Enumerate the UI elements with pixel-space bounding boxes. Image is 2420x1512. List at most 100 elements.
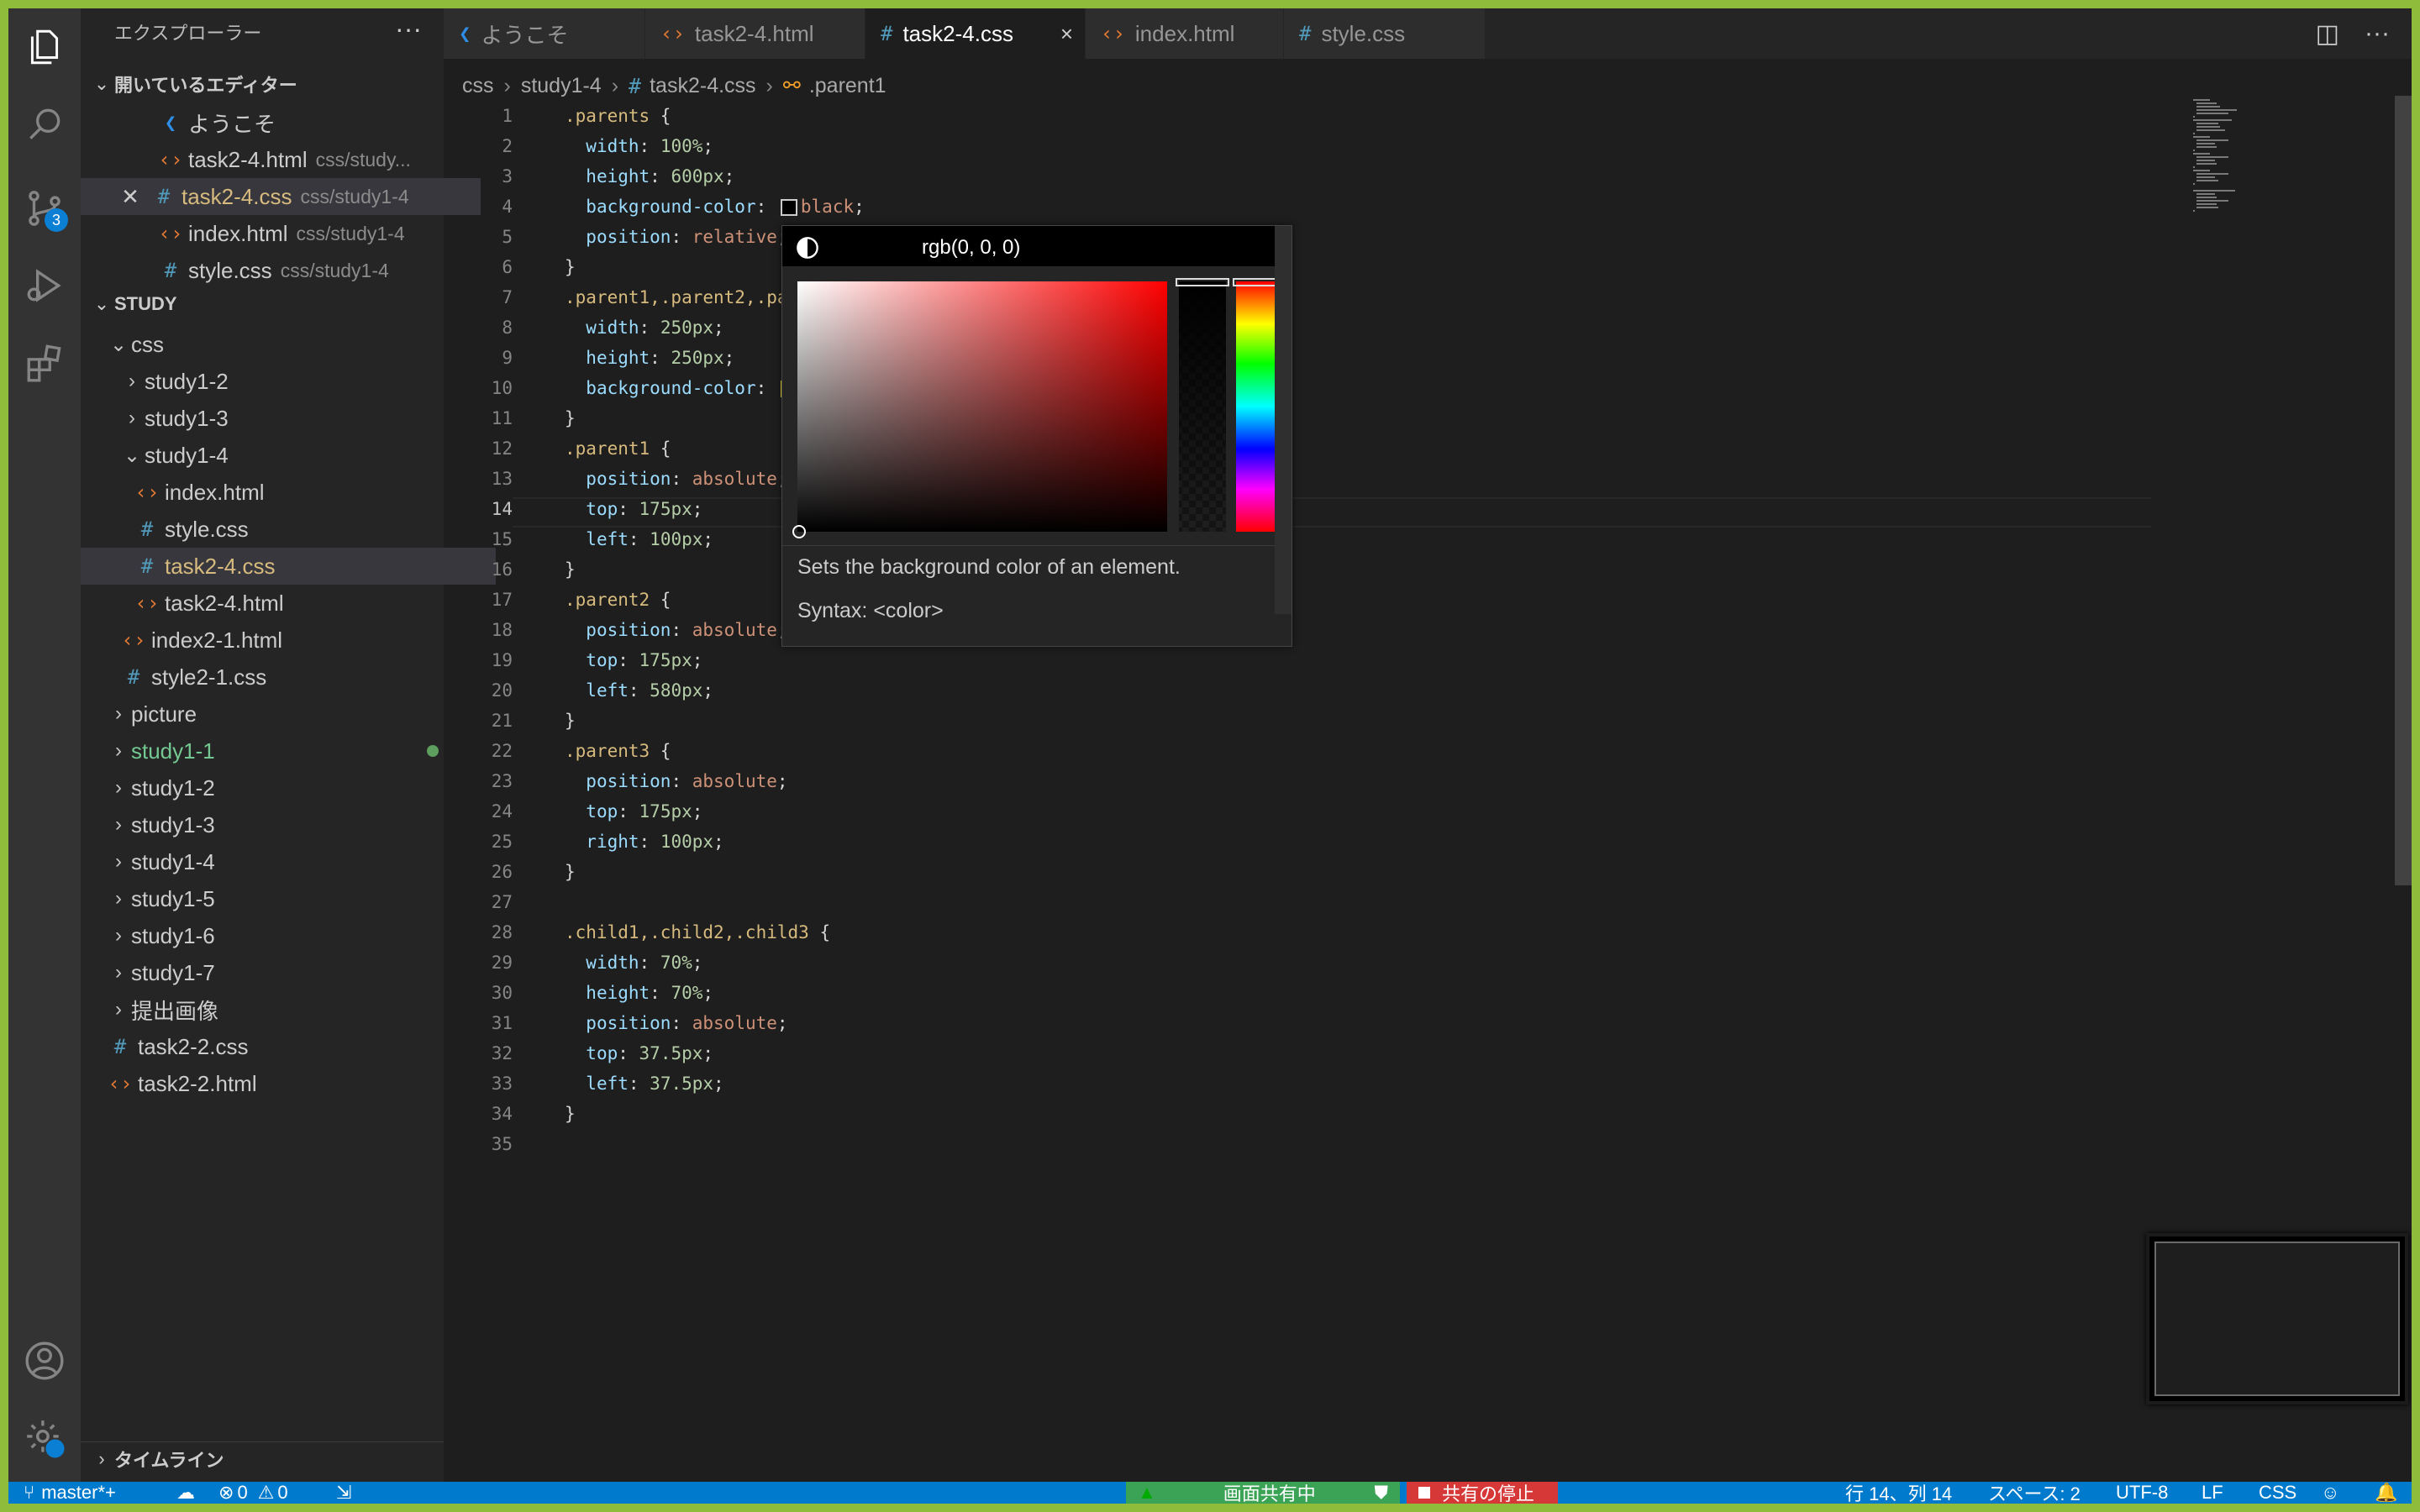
more-actions-icon[interactable]: ···: [2365, 19, 2390, 48]
run-debug-icon[interactable]: [19, 260, 70, 311]
code-line[interactable]: 32 top: 37.5px;: [444, 1038, 2158, 1068]
source-control-icon[interactable]: 3: [19, 183, 70, 234]
tree-file[interactable]: ‹› task2-4.html: [81, 585, 496, 622]
screen-share-preview[interactable]: [2146, 1233, 2408, 1404]
code-line[interactable]: 25 right: 100px;: [444, 827, 2158, 857]
code-line[interactable]: 15 left: 100px;: [444, 524, 2158, 554]
code-line[interactable]: 35: [444, 1129, 2158, 1159]
tree-file[interactable]: # style.css: [81, 511, 496, 548]
hue-strip[interactable]: [1236, 281, 1280, 532]
sync-icon[interactable]: ☁: [176, 1482, 195, 1504]
minimap[interactable]: [2193, 99, 2294, 225]
tree-file[interactable]: # style2-1.css: [81, 659, 482, 696]
code-line[interactable]: 17 .parent2 {: [444, 585, 2158, 615]
cursor-position[interactable]: 行 14、列 14: [1845, 1482, 1952, 1504]
tree-folder[interactable]: › study1-3: [81, 400, 482, 437]
code-line[interactable]: 23 position: absolute;: [444, 766, 2158, 796]
code-line[interactable]: 10 background-color:: [444, 373, 2158, 403]
branch-status[interactable]: ⑂ master*+: [24, 1482, 116, 1504]
tree-folder[interactable]: › study1-5: [81, 880, 469, 917]
code-line[interactable]: 34}: [444, 1099, 2158, 1129]
account-icon[interactable]: [19, 1336, 70, 1386]
code-line[interactable]: 9 height: 250px;: [444, 343, 2158, 373]
code-line[interactable]: 20 left: 580px;: [444, 675, 2158, 706]
code-line[interactable]: 28 .child1,.child2,.child3 {: [444, 917, 2158, 948]
saturation-thumb[interactable]: [792, 525, 806, 538]
code-line[interactable]: 11}: [444, 403, 2158, 433]
tree-folder[interactable]: ⌄ study1-4: [81, 437, 482, 474]
tab-index-html[interactable]: ‹› index.html: [1086, 8, 1284, 59]
live-share-icon[interactable]: ⇲: [336, 1482, 351, 1504]
workspace-header[interactable]: ⌄ STUDY: [81, 287, 444, 321]
open-editor-item[interactable]: ✕ # task2-4.css css/study1-4: [81, 178, 481, 215]
color-value[interactable]: rgb(0, 0, 0): [922, 236, 1020, 260]
stop-sharing-button[interactable]: 共有の停止: [1407, 1482, 1558, 1504]
code-line[interactable]: 21}: [444, 706, 2158, 736]
tree-folder[interactable]: › 提出画像: [81, 991, 469, 1028]
code-line[interactable]: 6}: [444, 252, 2158, 282]
code-line[interactable]: 26}: [444, 857, 2158, 887]
code-line[interactable]: 19 top: 175px;: [444, 645, 2158, 675]
code-line[interactable]: 3 height: 600px;: [444, 161, 2158, 192]
tree-folder[interactable]: ⌄ css: [81, 326, 469, 363]
code-line[interactable]: 2 width: 100%;: [444, 131, 2158, 161]
code-line[interactable]: 18 position: absolute;: [444, 615, 2158, 645]
tree-file[interactable]: ‹› index.html: [81, 474, 496, 511]
open-editors-header[interactable]: ⌄ 開いているエディター: [81, 67, 444, 101]
breadcrumb-item[interactable]: task2-4.css: [650, 74, 755, 98]
tree-folder[interactable]: › study1-2: [81, 363, 482, 400]
close-icon[interactable]: ×: [1060, 21, 1073, 47]
scrollbar[interactable]: [1275, 226, 1292, 614]
problems-status[interactable]: ⊗ 0 ⚠ 0: [218, 1482, 288, 1504]
code-line[interactable]: 30 height: 70%;: [444, 978, 2158, 1008]
end-of-line[interactable]: LF: [2202, 1482, 2223, 1504]
extensions-icon[interactable]: [19, 338, 70, 388]
more-actions-icon[interactable]: ···: [395, 13, 422, 45]
settings-gear-icon[interactable]: [19, 1413, 70, 1463]
code-editor[interactable]: 1 .parents {2 width: 100%; 3 height: 600px…: [444, 104, 2158, 1482]
tree-folder[interactable]: › study1-4: [81, 843, 469, 880]
code-line[interactable]: 8 width: 250px;: [444, 312, 2158, 343]
code-line[interactable]: 16}: [444, 554, 2158, 585]
tree-file[interactable]: # task2-2.css: [81, 1028, 469, 1065]
screen-sharing-indicator[interactable]: ▲ 画面共有中 ⛊: [1126, 1482, 1400, 1504]
code-line[interactable]: 12 .parent1 {: [444, 433, 2158, 464]
opacity-thumb[interactable]: [1176, 278, 1229, 286]
code-line[interactable]: 14 top: 175px;: [444, 494, 2158, 524]
code-line[interactable]: 13 position: absolute;: [444, 464, 2158, 494]
timeline-header[interactable]: › タイムライン: [81, 1441, 444, 1476]
code-line[interactable]: 33 left: 37.5px;: [444, 1068, 2158, 1099]
tab-task2-4-html[interactable]: ‹› task2-4.html: [645, 8, 865, 59]
color-swatch[interactable]: [780, 199, 797, 216]
tree-folder[interactable]: › study1-7: [81, 954, 469, 991]
breadcrumb-item[interactable]: study1-4: [521, 74, 602, 98]
saturation-box[interactable]: [797, 281, 1167, 532]
encoding[interactable]: UTF-8: [2116, 1482, 2168, 1504]
tab-task2-4-css[interactable]: # task2-4.css ×: [865, 8, 1086, 59]
tree-file[interactable]: # task2-4.css: [81, 548, 496, 585]
close-icon[interactable]: ✕: [118, 184, 143, 210]
tree-folder[interactable]: › study1-2: [81, 769, 469, 806]
opacity-strip[interactable]: [1179, 281, 1226, 532]
code-line[interactable]: 4 background-color: black;: [444, 192, 2158, 222]
code-line[interactable]: 1 .parents {: [444, 101, 2158, 131]
tree-file[interactable]: ‹› task2-2.html: [81, 1065, 469, 1102]
explorer-icon[interactable]: [19, 22, 70, 72]
code-line[interactable]: 22 .parent3 {: [444, 736, 2158, 766]
code-line[interactable]: 24 top: 175px;: [444, 796, 2158, 827]
tab-style-css[interactable]: # style.css: [1284, 8, 1486, 59]
contrast-icon[interactable]: [796, 236, 819, 260]
code-line[interactable]: 31 position: absolute;: [444, 1008, 2158, 1038]
tree-file[interactable]: ‹› index2-1.html: [81, 622, 482, 659]
code-line[interactable]: 5 position: relative;: [444, 222, 2158, 252]
tree-folder[interactable]: › picture: [81, 696, 469, 732]
tab-welcome[interactable]: ❮ ようこそ: [444, 8, 645, 59]
split-editor-icon[interactable]: ◫: [2316, 19, 2339, 49]
breadcrumb-item[interactable]: .parent1: [809, 74, 886, 98]
search-icon[interactable]: [19, 99, 70, 150]
feedback-icon[interactable]: ☺: [2321, 1482, 2339, 1504]
code-line[interactable]: 7 .parent1,.parent2,.pare: [444, 282, 2158, 312]
tree-folder[interactable]: › study1-1: [81, 732, 469, 769]
breadcrumb-item[interactable]: css: [462, 74, 494, 98]
code-line[interactable]: 27: [444, 887, 2158, 917]
